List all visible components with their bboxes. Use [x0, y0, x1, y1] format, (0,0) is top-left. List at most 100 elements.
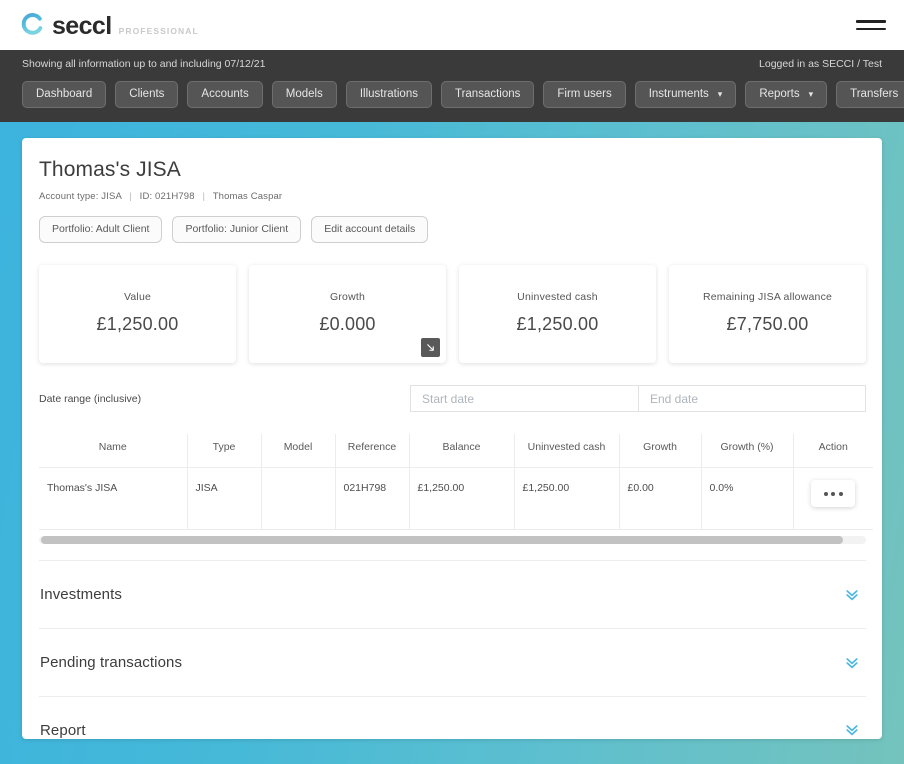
stat-card-label: Remaining JISA allowance: [703, 291, 832, 303]
double-chevron-down-icon[interactable]: [844, 655, 866, 671]
date-range-row: Date range (inclusive): [39, 385, 866, 412]
app-root: seccl PROFESSIONAL Showing all informati…: [0, 0, 904, 764]
end-date-input[interactable]: [638, 385, 866, 412]
nav-button-transactions[interactable]: Transactions: [441, 81, 534, 108]
stat-card-label: Uninvested cash: [517, 291, 598, 303]
stat-card-value: £1,250.00: [517, 314, 599, 335]
table-body: Thomas's JISAJISA021H798£1,250.00£1,250.…: [39, 468, 873, 530]
accordion-sections: Investments Pending transactions Report: [39, 560, 866, 739]
arrow-down-right-icon[interactable]: [421, 338, 440, 357]
nav-button-firm-users[interactable]: Firm users: [543, 81, 625, 108]
date-range-inputs: [410, 385, 866, 412]
table-header: NameTypeModelReferenceBalanceUninvested …: [39, 434, 873, 468]
navigation-bar: Showing all information up to and includ…: [0, 50, 904, 122]
accounts-table-wrapper: NameTypeModelReferenceBalanceUninvested …: [39, 434, 866, 544]
table-cell-balance: £1,250.00: [409, 468, 514, 530]
account-id-label: ID: 021H798: [140, 191, 195, 202]
scrollbar-thumb[interactable]: [41, 536, 843, 544]
logged-in-text: Logged in as SECCI / Test: [759, 58, 882, 70]
nav-button-clients[interactable]: Clients: [115, 81, 178, 108]
nav-button-label: Accounts: [201, 88, 248, 100]
account-meta: Account type: JISA | ID: 021H798 | Thoma…: [39, 191, 866, 202]
seccl-ring-logo-icon: [20, 12, 45, 37]
table-cell-name: Thomas's JISA: [39, 468, 187, 530]
brand-wordmark: seccl: [52, 14, 112, 39]
table-cell-action: [793, 468, 873, 530]
table-column-header[interactable]: Uninvested cash: [514, 434, 619, 468]
stat-card-value: £7,750.00: [727, 314, 809, 335]
nav-button-instruments[interactable]: Instruments ▾: [635, 81, 737, 108]
chevron-down-icon: ▾: [809, 90, 814, 99]
nav-button-label: Instruments: [649, 88, 709, 100]
stat-card-uninvested-cash: Uninvested cash £1,250.00: [459, 265, 656, 363]
accordion-report[interactable]: Report: [39, 696, 866, 739]
nav-status-row: Showing all information up to and includ…: [22, 58, 882, 70]
nav-button-reports[interactable]: Reports ▾: [745, 81, 827, 108]
nav-button-label: Transfers: [850, 88, 898, 100]
stat-card-value: £1,250.00: [97, 314, 179, 335]
start-date-input[interactable]: [410, 385, 638, 412]
showing-information-text: Showing all information up to and includ…: [22, 58, 265, 70]
date-range-label: Date range (inclusive): [39, 393, 141, 405]
table-cell-reference: 021H798: [335, 468, 409, 530]
table-column-header[interactable]: Action: [793, 434, 873, 468]
accounts-table: NameTypeModelReferenceBalanceUninvested …: [39, 434, 873, 530]
summary-stat-cards: Value £1,250.00 Growth £0.000 Uninvested cas…: [39, 265, 866, 363]
nav-button-dashboard[interactable]: Dashboard: [22, 81, 106, 108]
chevron-down-icon: ▾: [718, 90, 723, 99]
account-owner-name: Thomas Caspar: [213, 191, 283, 202]
meta-separator: |: [197, 191, 210, 202]
accordion-investments[interactable]: Investments: [39, 560, 866, 628]
accordion-pending-transactions[interactable]: Pending transactions: [39, 628, 866, 696]
meta-separator: |: [124, 191, 137, 202]
table-column-header[interactable]: Name: [39, 434, 187, 468]
account-page-card: Thomas's JISA Account type: JISA | ID: 0…: [22, 138, 882, 739]
nav-button-label: Dashboard: [36, 88, 92, 100]
stat-card-remaining-jisa-allowance: Remaining JISA allowance £7,750.00: [669, 265, 866, 363]
table-horizontal-scrollbar[interactable]: [39, 536, 866, 544]
table-column-header[interactable]: Type: [187, 434, 261, 468]
portfolio-junior-client-button[interactable]: Portfolio: Junior Client: [172, 216, 301, 243]
brand-bar: seccl PROFESSIONAL: [0, 0, 904, 50]
stat-card-label: Value: [124, 291, 151, 303]
nav-button-models[interactable]: Models: [272, 81, 337, 108]
nav-button-row: Dashboard Clients Accounts Models Illustrati…: [22, 81, 882, 108]
account-action-pills: Portfolio: Adult Client Portfolio: Junio…: [39, 216, 866, 243]
stat-card-value: £0.000: [319, 314, 375, 335]
table-column-header[interactable]: Balance: [409, 434, 514, 468]
stat-card-growth: Growth £0.000: [249, 265, 446, 363]
table-column-header[interactable]: Growth: [619, 434, 701, 468]
table-cell-uninvested-cash: £1,250.00: [514, 468, 619, 530]
nav-button-label: Transactions: [455, 88, 520, 100]
accordion-title: Report: [39, 722, 86, 739]
brand-logo[interactable]: seccl PROFESSIONAL: [20, 12, 199, 39]
page-title: Thomas's JISA: [39, 158, 866, 182]
accordion-title: Pending transactions: [39, 654, 182, 671]
double-chevron-down-icon[interactable]: [844, 722, 866, 738]
hamburger-menu-icon[interactable]: [856, 15, 886, 35]
double-chevron-down-icon[interactable]: [844, 587, 866, 603]
edit-account-details-button[interactable]: Edit account details: [311, 216, 428, 243]
nav-button-accounts[interactable]: Accounts: [187, 81, 262, 108]
table-cell-growth-pct: 0.0%: [701, 468, 793, 530]
table-cell-model: [261, 468, 335, 530]
nav-button-transfers[interactable]: Transfers: [836, 81, 904, 108]
brand-subtitle: PROFESSIONAL: [119, 26, 199, 36]
nav-button-label: Illustrations: [360, 88, 418, 100]
table-column-header[interactable]: Growth (%): [701, 434, 793, 468]
nav-button-illustrations[interactable]: Illustrations: [346, 81, 432, 108]
accordion-title: Investments: [39, 586, 122, 603]
table-column-header[interactable]: Reference: [335, 434, 409, 468]
ellipsis-icon[interactable]: [811, 480, 855, 507]
stat-card-label: Growth: [330, 291, 365, 303]
table-column-header[interactable]: Model: [261, 434, 335, 468]
table-row[interactable]: Thomas's JISAJISA021H798£1,250.00£1,250.…: [39, 468, 873, 530]
nav-button-label: Firm users: [557, 88, 611, 100]
table-cell-growth: £0.00: [619, 468, 701, 530]
nav-button-label: Clients: [129, 88, 164, 100]
portfolio-adult-client-button[interactable]: Portfolio: Adult Client: [39, 216, 162, 243]
nav-button-label: Models: [286, 88, 323, 100]
stat-card-value: Value £1,250.00: [39, 265, 236, 363]
account-type-label: Account type: JISA: [39, 191, 121, 202]
nav-button-label: Reports: [759, 88, 799, 100]
